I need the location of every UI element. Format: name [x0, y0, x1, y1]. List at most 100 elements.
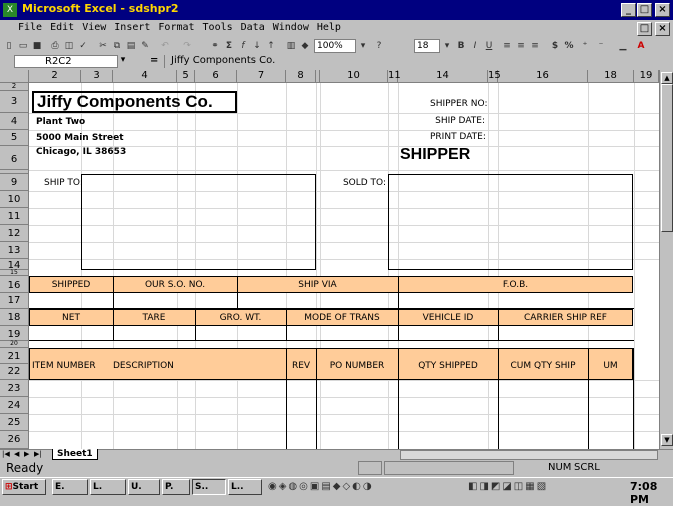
- doc-restore-button[interactable]: □: [637, 22, 652, 36]
- ship-to-box[interactable]: [81, 174, 316, 270]
- scroll-thumb[interactable]: [661, 84, 673, 232]
- select-all-corner[interactable]: [0, 70, 29, 83]
- taskbar-item[interactable]: U.: [128, 479, 160, 495]
- align-left-icon[interactable]: ≡: [500, 39, 514, 54]
- row-header[interactable]: 25: [0, 414, 29, 431]
- horizontal-scrollbar[interactable]: [400, 450, 658, 460]
- col-header[interactable]: 4: [113, 70, 177, 83]
- open-icon[interactable]: ▭: [16, 39, 30, 54]
- menu-data[interactable]: Data: [237, 20, 269, 35]
- currency-button[interactable]: $: [548, 39, 562, 54]
- tab-nav-first-icon[interactable]: |◀: [2, 450, 10, 458]
- taskbar-item[interactable]: P.: [162, 479, 190, 495]
- row-header[interactable]: 21: [0, 348, 29, 364]
- row-header[interactable]: 22: [0, 364, 29, 380]
- zoom-dropdown-icon[interactable]: ▾: [356, 39, 370, 54]
- decrease-decimal-icon[interactable]: ⁻: [594, 39, 608, 54]
- quick-launch-icons[interactable]: ◉◈◍◎▣▤◆◇◐◑: [268, 481, 374, 492]
- col-header[interactable]: 18: [588, 70, 634, 83]
- row-header[interactable]: 20: [0, 341, 29, 348]
- col-header[interactable]: 8: [286, 70, 316, 83]
- sort-desc-icon[interactable]: ↑: [264, 39, 278, 54]
- row-header[interactable]: 6: [0, 146, 29, 170]
- row-header[interactable]: 17: [0, 293, 29, 309]
- row-header[interactable]: 23: [0, 380, 29, 397]
- sold-to-box[interactable]: [388, 174, 633, 270]
- vertical-scrollbar[interactable]: ▲ ▼: [659, 70, 673, 449]
- function-icon[interactable]: f: [236, 39, 250, 54]
- start-button[interactable]: ⊞Start: [2, 479, 46, 495]
- col-header[interactable]: 15: [488, 70, 501, 83]
- col-header[interactable]: 5: [177, 70, 195, 83]
- row-header[interactable]: 24: [0, 397, 29, 414]
- scroll-down-icon[interactable]: ▼: [661, 434, 673, 446]
- italic-button[interactable]: I: [468, 39, 482, 54]
- col-header[interactable]: 2: [29, 70, 81, 83]
- taskbar-item-active[interactable]: S..: [192, 479, 226, 495]
- format-painter-icon[interactable]: ✎: [138, 39, 152, 54]
- underline-button[interactable]: U: [482, 39, 496, 54]
- close-button[interactable]: ×: [655, 3, 670, 17]
- row-header[interactable]: 19: [0, 326, 29, 341]
- row-header[interactable]: 2: [0, 83, 29, 91]
- col-header[interactable]: 6: [195, 70, 237, 83]
- tab-nav-last-icon[interactable]: ▶|: [34, 450, 42, 458]
- excel-app-icon[interactable]: X: [3, 3, 17, 17]
- copy-icon[interactable]: ⧉: [110, 39, 124, 54]
- col-header[interactable]: 16: [498, 70, 588, 83]
- row-header[interactable]: 9: [0, 174, 29, 191]
- col-header[interactable]: 7: [237, 70, 286, 83]
- col-header[interactable]: 10: [320, 70, 388, 83]
- autosum-icon[interactable]: Σ: [222, 39, 236, 54]
- tab-nav-prev-icon[interactable]: ◀: [14, 450, 19, 458]
- scroll-up-icon[interactable]: ▲: [661, 72, 673, 84]
- font-size-dropdown-icon[interactable]: ▾: [440, 39, 454, 54]
- tab-sheet1[interactable]: Sheet1: [52, 449, 98, 460]
- col-header[interactable]: 3: [81, 70, 113, 83]
- zoom-select[interactable]: 100%: [314, 39, 356, 53]
- hyperlink-icon[interactable]: ⚭: [208, 39, 222, 54]
- row-header[interactable]: 5: [0, 130, 29, 146]
- tray-icons[interactable]: ◧◨◩◪◫▦▧: [468, 481, 548, 492]
- align-right-icon[interactable]: ≡: [528, 39, 542, 54]
- menu-file[interactable]: File: [14, 20, 46, 35]
- paste-icon[interactable]: ▤: [124, 39, 138, 54]
- row-header[interactable]: 13: [0, 242, 29, 259]
- row-header[interactable]: 10: [0, 191, 29, 208]
- bold-button[interactable]: B: [454, 39, 468, 54]
- save-icon[interactable]: ■: [30, 39, 44, 54]
- minimize-button[interactable]: _: [621, 3, 636, 17]
- preview-icon[interactable]: ◫: [62, 39, 76, 54]
- menu-insert[interactable]: Insert: [110, 20, 154, 35]
- taskbar-item[interactable]: E.: [52, 479, 88, 495]
- help-icon[interactable]: ?: [372, 39, 386, 54]
- row-header[interactable]: 26: [0, 431, 29, 449]
- menu-edit[interactable]: Edit: [46, 20, 78, 35]
- row-header[interactable]: 4: [0, 113, 29, 130]
- worksheet-grid[interactable]: 2 3 4 5 6 9 10 11 12 13 14 15 16 17 18 1…: [0, 83, 659, 449]
- name-box-dropdown-icon[interactable]: ▾: [118, 55, 128, 68]
- menu-window[interactable]: Window: [269, 20, 313, 35]
- font-size-select[interactable]: 18: [414, 39, 440, 53]
- row-header[interactable]: 12: [0, 225, 29, 242]
- row-header[interactable]: 18: [0, 309, 29, 326]
- drawing-icon[interactable]: ◆: [298, 39, 312, 54]
- chart-wizard-icon[interactable]: ▥: [284, 39, 298, 54]
- increase-decimal-icon[interactable]: ⁺: [578, 39, 592, 54]
- taskbar-item[interactable]: L..: [228, 479, 262, 495]
- menu-help[interactable]: Help: [313, 20, 345, 35]
- row-header[interactable]: 3: [0, 91, 29, 113]
- row-header[interactable]: 11: [0, 208, 29, 225]
- col-header[interactable]: 14: [398, 70, 488, 83]
- formula-content[interactable]: Jiffy Components Co.: [164, 55, 673, 68]
- menu-format[interactable]: Format: [154, 20, 198, 35]
- tab-nav-next-icon[interactable]: ▶: [24, 450, 29, 458]
- redo-icon[interactable]: ↷: [180, 39, 194, 54]
- percent-button[interactable]: %: [562, 39, 576, 54]
- maximize-button[interactable]: □: [637, 3, 652, 17]
- print-icon[interactable]: ⎙: [48, 39, 62, 54]
- doc-close-button[interactable]: ×: [655, 22, 670, 36]
- menu-tools[interactable]: Tools: [199, 20, 237, 35]
- borders-icon[interactable]: ▁: [616, 39, 630, 54]
- font-color-icon[interactable]: A: [634, 39, 648, 54]
